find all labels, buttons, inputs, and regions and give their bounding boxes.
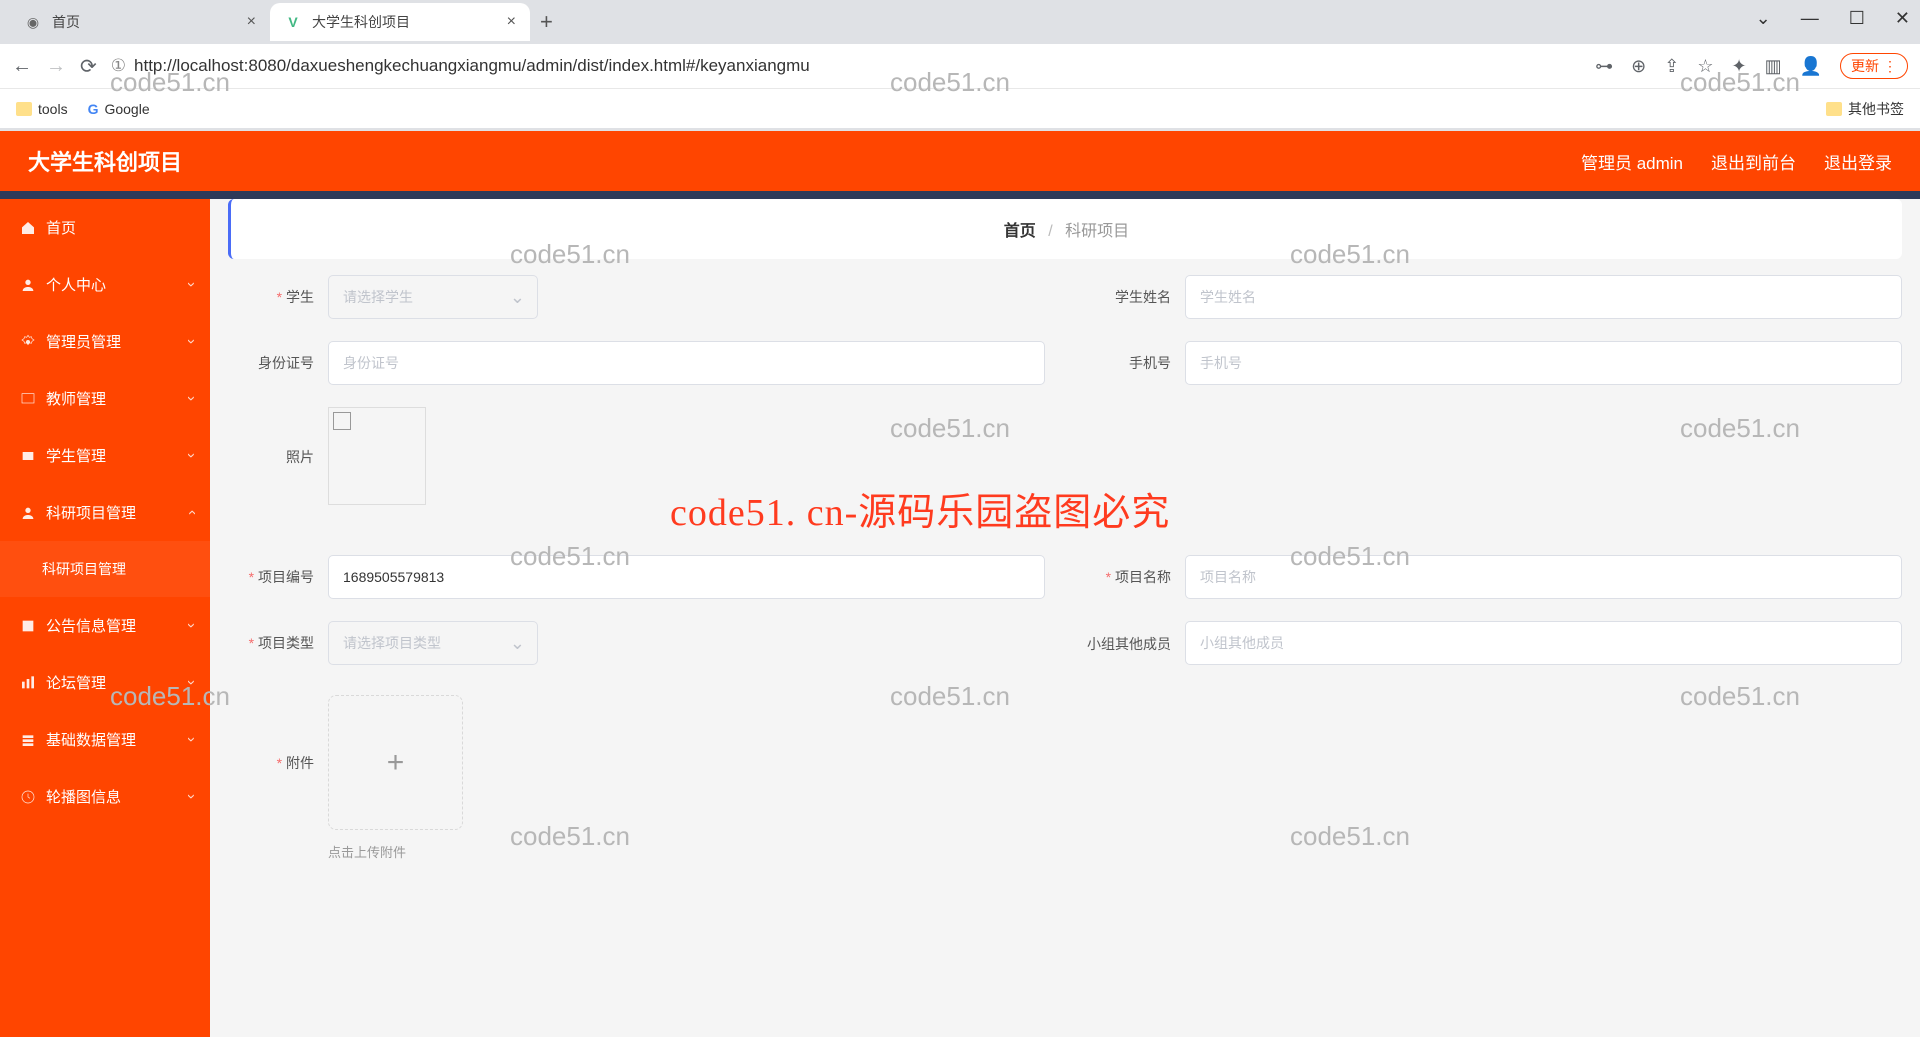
chevron-down-icon[interactable]: ⌄ <box>1756 8 1771 29</box>
upload-attach[interactable]: + <box>328 695 463 830</box>
input-proj-name[interactable] <box>1185 555 1902 599</box>
teacher-icon <box>20 391 36 407</box>
breadcrumb-home[interactable]: 首页 <box>1004 223 1036 240</box>
sidebar-item-admin[interactable]: 管理员管理 <box>0 313 210 370</box>
sidebar-item-banner[interactable]: 轮播图信息 <box>0 768 210 825</box>
input-idno[interactable] <box>328 341 1045 385</box>
close-window-icon[interactable]: ✕ <box>1895 8 1910 29</box>
key-icon[interactable]: ⊶ <box>1595 56 1613 77</box>
reload-icon[interactable]: ⟳ <box>80 54 97 79</box>
label-proj-name: 项目名称 <box>1085 555 1185 587</box>
input-phone[interactable] <box>1185 341 1902 385</box>
label-idno: 身份证号 <box>228 341 328 373</box>
url-bar[interactable]: ① http://localhost:8080/daxueshengkechua… <box>111 56 1581 76</box>
back-icon[interactable]: ← <box>12 55 32 78</box>
label-proj-type: 项目类型 <box>228 621 328 653</box>
gear-icon <box>20 334 36 350</box>
label-proj-no: 项目编号 <box>228 555 328 587</box>
logout-link[interactable]: 退出登录 <box>1824 149 1892 174</box>
share-icon[interactable]: ⇪ <box>1664 56 1679 77</box>
main-content: 首页 / 科研项目 学生 请选择学生 学生姓名 身 <box>210 199 1920 1037</box>
app-title: 大学生科创项目 <box>28 145 182 177</box>
extensions-icon[interactable]: ✦ <box>1731 56 1746 77</box>
browser-tab-1[interactable]: V 大学生科创项目 × <box>270 3 530 41</box>
user-icon <box>20 277 36 293</box>
plus-icon: + <box>387 746 405 780</box>
nav-bar: ← → ⟳ ① http://localhost:8080/daxuesheng… <box>0 44 1920 88</box>
close-icon[interactable]: × <box>507 13 516 31</box>
tab-strip: ◉ 首页 × V 大学生科创项目 × + ⌄ — ☐ ✕ <box>0 0 1920 44</box>
label-attach: 附件 <box>228 695 328 773</box>
maximize-icon[interactable]: ☐ <box>1849 8 1865 29</box>
sidebar-item-home[interactable]: 首页 <box>0 199 210 256</box>
home-icon <box>20 220 36 236</box>
student-icon <box>20 448 36 464</box>
forward-icon[interactable]: → <box>46 55 66 78</box>
sidebar-item-project[interactable]: 科研项目管理 <box>0 484 210 541</box>
input-team-other[interactable] <box>1185 621 1902 665</box>
sidebar-item-forum[interactable]: 论坛管理 <box>0 654 210 711</box>
site-info-icon[interactable]: ① <box>111 56 126 76</box>
admin-label[interactable]: 管理员 admin <box>1581 149 1683 174</box>
star-icon[interactable]: ☆ <box>1697 56 1713 77</box>
close-icon[interactable]: × <box>247 13 256 31</box>
breadcrumb-sep: / <box>1048 223 1052 240</box>
notice-icon <box>20 618 36 634</box>
google-icon: G <box>88 101 99 117</box>
tab-title: 首页 <box>52 12 80 32</box>
data-icon <box>20 732 36 748</box>
minimize-icon[interactable]: — <box>1801 8 1819 29</box>
browser-chrome: ◉ 首页 × V 大学生科创项目 × + ⌄ — ☐ ✕ ← → ⟳ ① htt… <box>0 0 1920 131</box>
sidebar-subitem-project[interactable]: 科研项目管理 <box>0 541 210 597</box>
bookmark-other[interactable]: 其他书签 <box>1826 99 1904 119</box>
profile-icon[interactable]: 👤 <box>1800 56 1822 77</box>
window-controls: ⌄ — ☐ ✕ <box>1756 8 1910 29</box>
label-student: 学生 <box>228 275 328 307</box>
app-header: 大学生科创项目 管理员 admin 退出到前台 退出登录 <box>0 131 1920 191</box>
toolbar-right: ⊶ ⊕ ⇪ ☆ ✦ ▥ 👤 更新 ⋮ <box>1595 53 1908 79</box>
folder-icon <box>1826 102 1842 116</box>
new-tab-button[interactable]: + <box>530 9 563 35</box>
exit-front-link[interactable]: 退出到前台 <box>1711 149 1796 174</box>
globe-icon: ◉ <box>24 13 42 31</box>
sidebar-item-student[interactable]: 学生管理 <box>0 427 210 484</box>
label-student-name: 学生姓名 <box>1085 275 1185 307</box>
sidebar-item-notice[interactable]: 公告信息管理 <box>0 597 210 654</box>
vue-icon: V <box>284 13 302 31</box>
sidebar-item-profile[interactable]: 个人中心 <box>0 256 210 313</box>
label-photo: 照片 <box>228 407 328 467</box>
header-accent <box>0 191 1920 199</box>
bookmark-tools[interactable]: tools <box>16 101 68 117</box>
bookmark-bar: tools GGoogle 其他书签 <box>0 88 1920 128</box>
upload-hint: 点击上传附件 <box>328 842 1045 861</box>
select-proj-type[interactable]: 请选择项目类型 <box>328 621 538 665</box>
breadcrumb: 首页 / 科研项目 <box>228 199 1902 259</box>
folder-icon <box>16 102 32 116</box>
zoom-icon[interactable]: ⊕ <box>1631 56 1646 77</box>
input-student-name[interactable] <box>1185 275 1902 319</box>
input-proj-no[interactable] <box>328 555 1045 599</box>
form: 学生 请选择学生 学生姓名 身份证号 手机号 <box>228 275 1902 861</box>
sidebar: 首页 个人中心 管理员管理 教师管理 学生管理 科研项目管理 科研项目管理 公告… <box>0 199 210 1037</box>
forum-icon <box>20 675 36 691</box>
project-icon <box>20 505 36 521</box>
url-text: http://localhost:8080/daxueshengkechuang… <box>134 56 810 76</box>
label-phone: 手机号 <box>1085 341 1185 373</box>
tab-title: 大学生科创项目 <box>312 12 410 32</box>
panel-icon[interactable]: ▥ <box>1765 56 1782 77</box>
sidebar-item-basedata[interactable]: 基础数据管理 <box>0 711 210 768</box>
bookmark-google[interactable]: GGoogle <box>88 101 150 117</box>
breadcrumb-current: 科研项目 <box>1065 223 1129 240</box>
select-student[interactable]: 请选择学生 <box>328 275 538 319</box>
update-button[interactable]: 更新 ⋮ <box>1840 53 1908 79</box>
label-team-other: 小组其他成员 <box>1085 621 1185 655</box>
sidebar-item-teacher[interactable]: 教师管理 <box>0 370 210 427</box>
app: 大学生科创项目 管理员 admin 退出到前台 退出登录 首页 个人中心 管理员… <box>0 131 1920 1037</box>
photo-preview[interactable] <box>328 407 426 505</box>
clock-icon <box>20 789 36 805</box>
browser-tab-0[interactable]: ◉ 首页 × <box>10 3 270 41</box>
